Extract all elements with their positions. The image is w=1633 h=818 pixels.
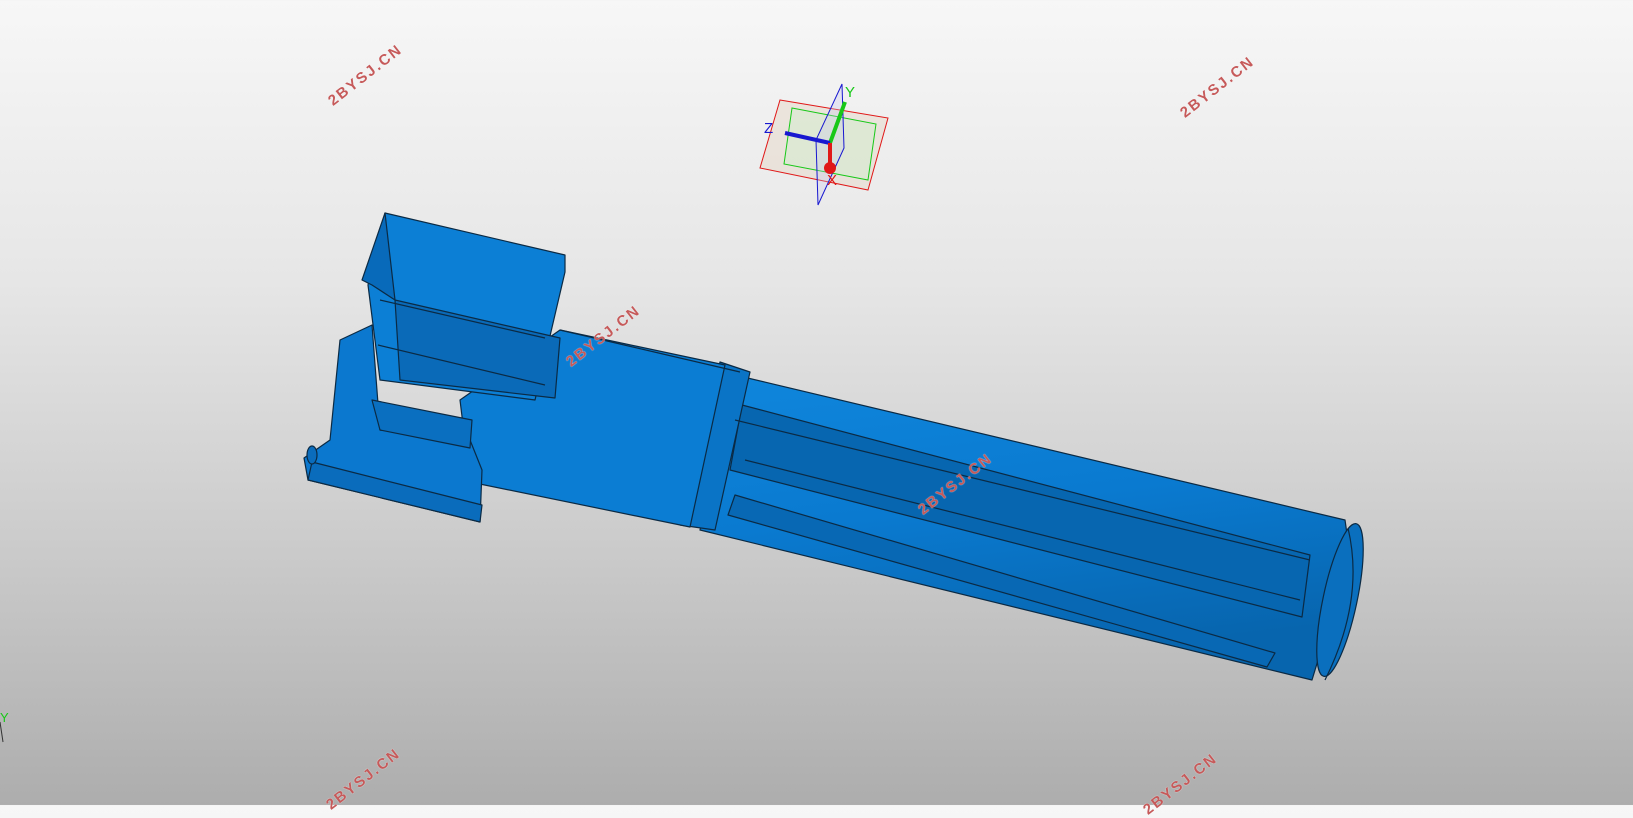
view-triad-icon[interactable] — [759, 83, 889, 206]
triad-x-label: X — [827, 172, 838, 189]
cad-part[interactable] — [303, 212, 1373, 681]
part-hole — [306, 445, 318, 465]
cad-model-canvas[interactable] — [0, 0, 1633, 805]
corner-y-label: Y — [0, 710, 9, 725]
corner-axis-icon — [0, 721, 4, 743]
3d-viewport[interactable]: X Y Z Y 2BYSJ.CN 2BYSJ.CN 2BYSJ.CN 2BYSJ… — [0, 0, 1633, 818]
triad-z-label: Z — [764, 120, 774, 137]
triad-y-label: Y — [845, 84, 856, 101]
